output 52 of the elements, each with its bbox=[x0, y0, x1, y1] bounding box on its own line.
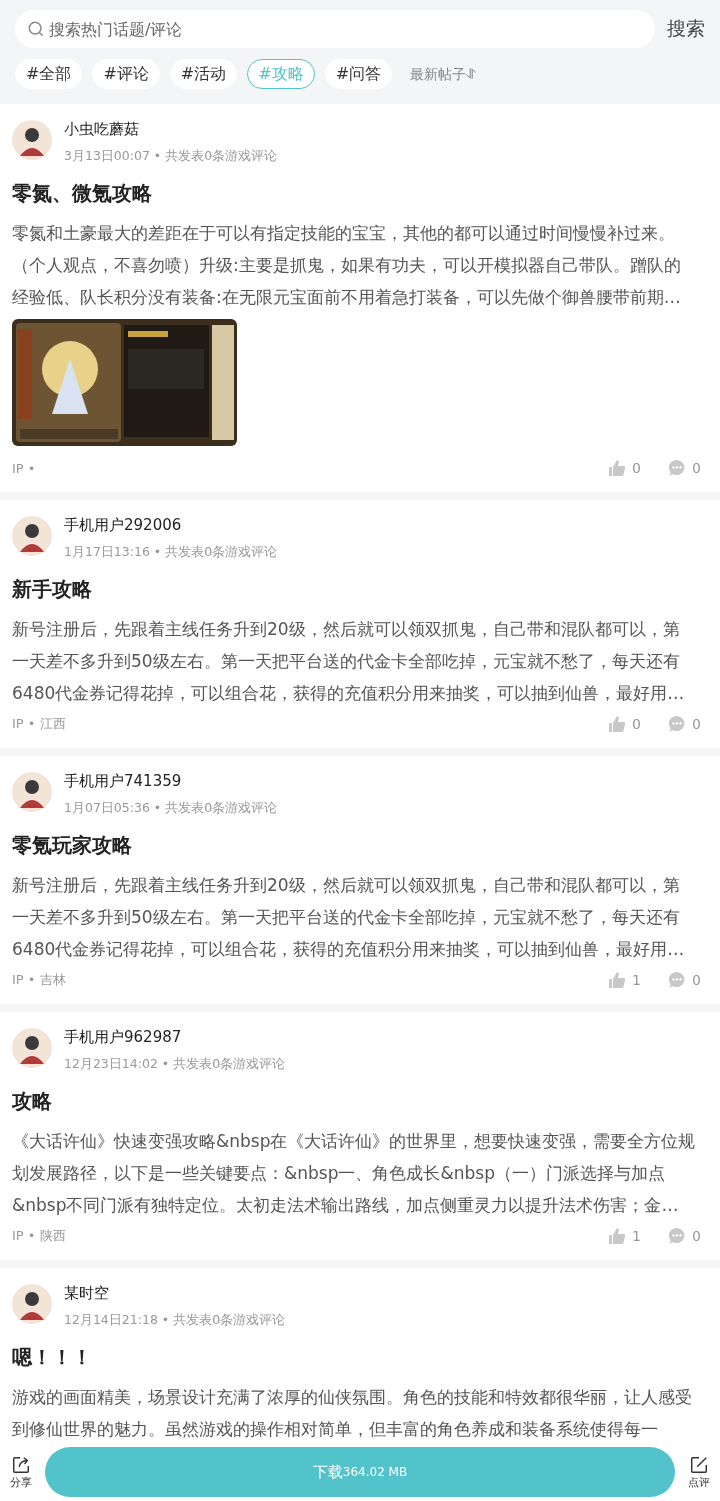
tag[interactable]: #活动 bbox=[169, 59, 238, 89]
post-text: 《大话许仙》快速变强攻略&nbsp在《大话许仙》的世界里，想要快速变强，需要全方位规划发展路径，以下是一些关键要点：&nbsp一、角色成长&nbsp（一）门派选择与加点&nbsp不同门派有独特定位。太初走法术输出路线，加点侧重灵力以提升法术伤害；金… bbox=[12, 1130, 696, 1217]
tag[interactable]: #评论 bbox=[92, 59, 160, 89]
post-card[interactable]: 手机用户741359 1月07日05:36 • 共发表0条游戏评论 零氪玩家攻略 新号注册后，先跟着主线任务升到20级，然后就可以领双抓鬼，自己带和混队都可以，第一天差不多升到50级左右。第一天把平台送的代金卡全部吃掉，元宝就不愁了，每天还有6480代金券记得花掉，可以组合花，获得的充值积分用来抽奖，可以抽到仙兽，最好用… IP • 吉林 1 0 bbox=[0, 756, 720, 1004]
thumbs-up-icon bbox=[608, 1227, 626, 1245]
comment-icon bbox=[668, 1227, 686, 1245]
share-icon bbox=[11, 1454, 31, 1475]
ip-location: IP • 江西 bbox=[12, 715, 67, 733]
author-name[interactable]: 手机用户741359 bbox=[64, 770, 278, 792]
post-title: 攻略 bbox=[12, 1088, 53, 1115]
edit-icon bbox=[689, 1454, 709, 1475]
search-button[interactable]: 搜索 bbox=[667, 16, 705, 42]
post-text: 新号注册后，先跟着主线任务升到20级，然后就可以领双抓鬼，自己带和混队都可以，第一天差不多升到50级左右。第一天把平台送的代金卡全部吃掉，元宝就不愁了，每天还有6480代金券记得花掉，可以组合花，获得的充值积分用来抽奖，可以抽到仙兽，最好用… bbox=[12, 874, 686, 961]
avatar-icon[interactable] bbox=[12, 120, 52, 160]
post-card[interactable]: 某时空 12月14日21:18 • 共发表0条游戏评论 嗯！！！ 游戏的画面精美，场景设计充满了浓厚的仙侠氛围。角色的技能和特效都很华丽，让人感受到修仙世界的魅力。虽然游戏的操作相对简单，但丰富的角色养成和装备系统使得每一 bbox=[0, 1268, 720, 1443]
post-text: 零氮和土豪最大的差距在于可以有指定技能的宝宝，其他的都可以通过时间慢慢补过来。（个人观点，不喜勿喷）升级:主要是抓鬼，如果有功夫，可以开模拟器自己带队。蹭队的经验低、队长积分没有装备:在无限元宝面前不用着急打装备，可以先做个御兽腰带前期… bbox=[12, 222, 682, 309]
review-button[interactable]: 点评 bbox=[684, 1454, 714, 1490]
avatar-icon[interactable] bbox=[12, 516, 52, 556]
tag[interactable]: #全部 bbox=[15, 59, 83, 89]
post-meta: 1月07日05:36 • 共发表0条游戏评论 bbox=[64, 799, 278, 817]
thumbs-up-icon bbox=[608, 715, 626, 733]
share-button[interactable]: 分享 bbox=[6, 1454, 36, 1490]
post-meta: 1月17日13:16 • 共发表0条游戏评论 bbox=[64, 543, 278, 561]
post-meta: 12月14日21:18 • 共发表0条游戏评论 bbox=[64, 1311, 286, 1329]
author-name[interactable]: 小虫吃蘑菇 bbox=[64, 118, 278, 140]
post-title: 零氪玩家攻略 bbox=[12, 832, 133, 859]
ip-location: IP • 陕西 bbox=[12, 1227, 67, 1245]
author-name[interactable]: 某时空 bbox=[64, 1282, 286, 1304]
search-field[interactable]: 搜索热门话题/评论 bbox=[15, 10, 655, 48]
post-title: 零氮、微氪攻略 bbox=[12, 180, 153, 207]
thumbs-up-icon bbox=[608, 459, 626, 477]
avatar-icon[interactable] bbox=[12, 1284, 52, 1324]
comment-icon bbox=[668, 459, 686, 477]
comment-icon bbox=[668, 715, 686, 733]
avatar-icon[interactable] bbox=[12, 1028, 52, 1068]
author-name[interactable]: 手机用户292006 bbox=[64, 514, 278, 536]
tag[interactable]: #问答 bbox=[324, 59, 393, 89]
ip-location: IP • bbox=[12, 460, 37, 476]
thumbs-up-icon bbox=[608, 971, 626, 989]
avatar-icon[interactable] bbox=[12, 772, 52, 812]
comment-icon bbox=[668, 971, 686, 989]
post-meta: 12月23日14:02 • 共发表0条游戏评论 bbox=[64, 1055, 286, 1073]
post-meta: 3月13日00:07 • 共发表0条游戏评论 bbox=[64, 147, 278, 165]
post-card[interactable]: 手机用户962987 12月23日14:02 • 共发表0条游戏评论 攻略 《大话许仙》快速变强攻略&nbsp在《大话许仙》的世界里，想要快速变强，需要全方位规划发展路径，以下是一些关键要点：&nbsp一、角色成长&nbsp（一）门派选择与加点&nbsp不同门派有独特定位。太初走法术输出路线，加点侧重灵力以提升法术伤害；金… IP • 陕西 1 0 bbox=[0, 1012, 720, 1260]
post-card[interactable]: 手机用户292006 1月17日13:16 • 共发表0条游戏评论 新手攻略 新号注册后，先跟着主线任务升到20级，然后就可以领双抓鬼，自己带和混队都可以，第一天差不多升到50级左右。第一天把平台送的代金卡全部吃掉，元宝就不愁了，每天还有6480代金券记得花掉，可以组合花，获得的充值积分用来抽奖，可以抽到仙兽，最好用… IP • 江西 0 0 bbox=[0, 500, 720, 748]
post-card[interactable]: 小虫吃蘑菇 3月13日00:07 • 共发表0条游戏评论 零氮、微氪攻略 零氮和土豪最大的差距在于可以有指定技能的宝宝，其他的都可以通过时间慢慢补过来。（个人观点，不喜勿喷）升级:主要是抓鬼，如果有功夫，可以开模拟器自己带队。蹭队的经验低、队长积分没有装备:在无限元宝面前不用着急打装备，可以先做个御兽腰带前期… IP • 0 0 bbox=[0, 104, 720, 492]
author-name[interactable]: 手机用户962987 bbox=[64, 1026, 286, 1048]
ip-location: IP • 吉林 bbox=[12, 971, 67, 989]
post-text: 新号注册后，先跟着主线任务升到20级，然后就可以领双抓鬼，自己带和混队都可以，第一天差不多升到50级左右。第一天把平台送的代金卡全部吃掉，元宝就不愁了，每天还有6480代金券记得花掉，可以组合花，获得的充值积分用来抽奖，可以抽到仙兽，最好用… bbox=[12, 618, 686, 705]
post-text: 游戏的画面精美，场景设计充满了浓厚的仙侠氛围。角色的技能和特效都很华丽，让人感受到修仙世界的魅力。虽然游戏的操作相对简单，但丰富的角色养成和装备系统使得每一 bbox=[12, 1386, 693, 1441]
post-title: 新手攻略 bbox=[12, 576, 93, 603]
post-title: 嗯！！！ bbox=[12, 1344, 93, 1371]
